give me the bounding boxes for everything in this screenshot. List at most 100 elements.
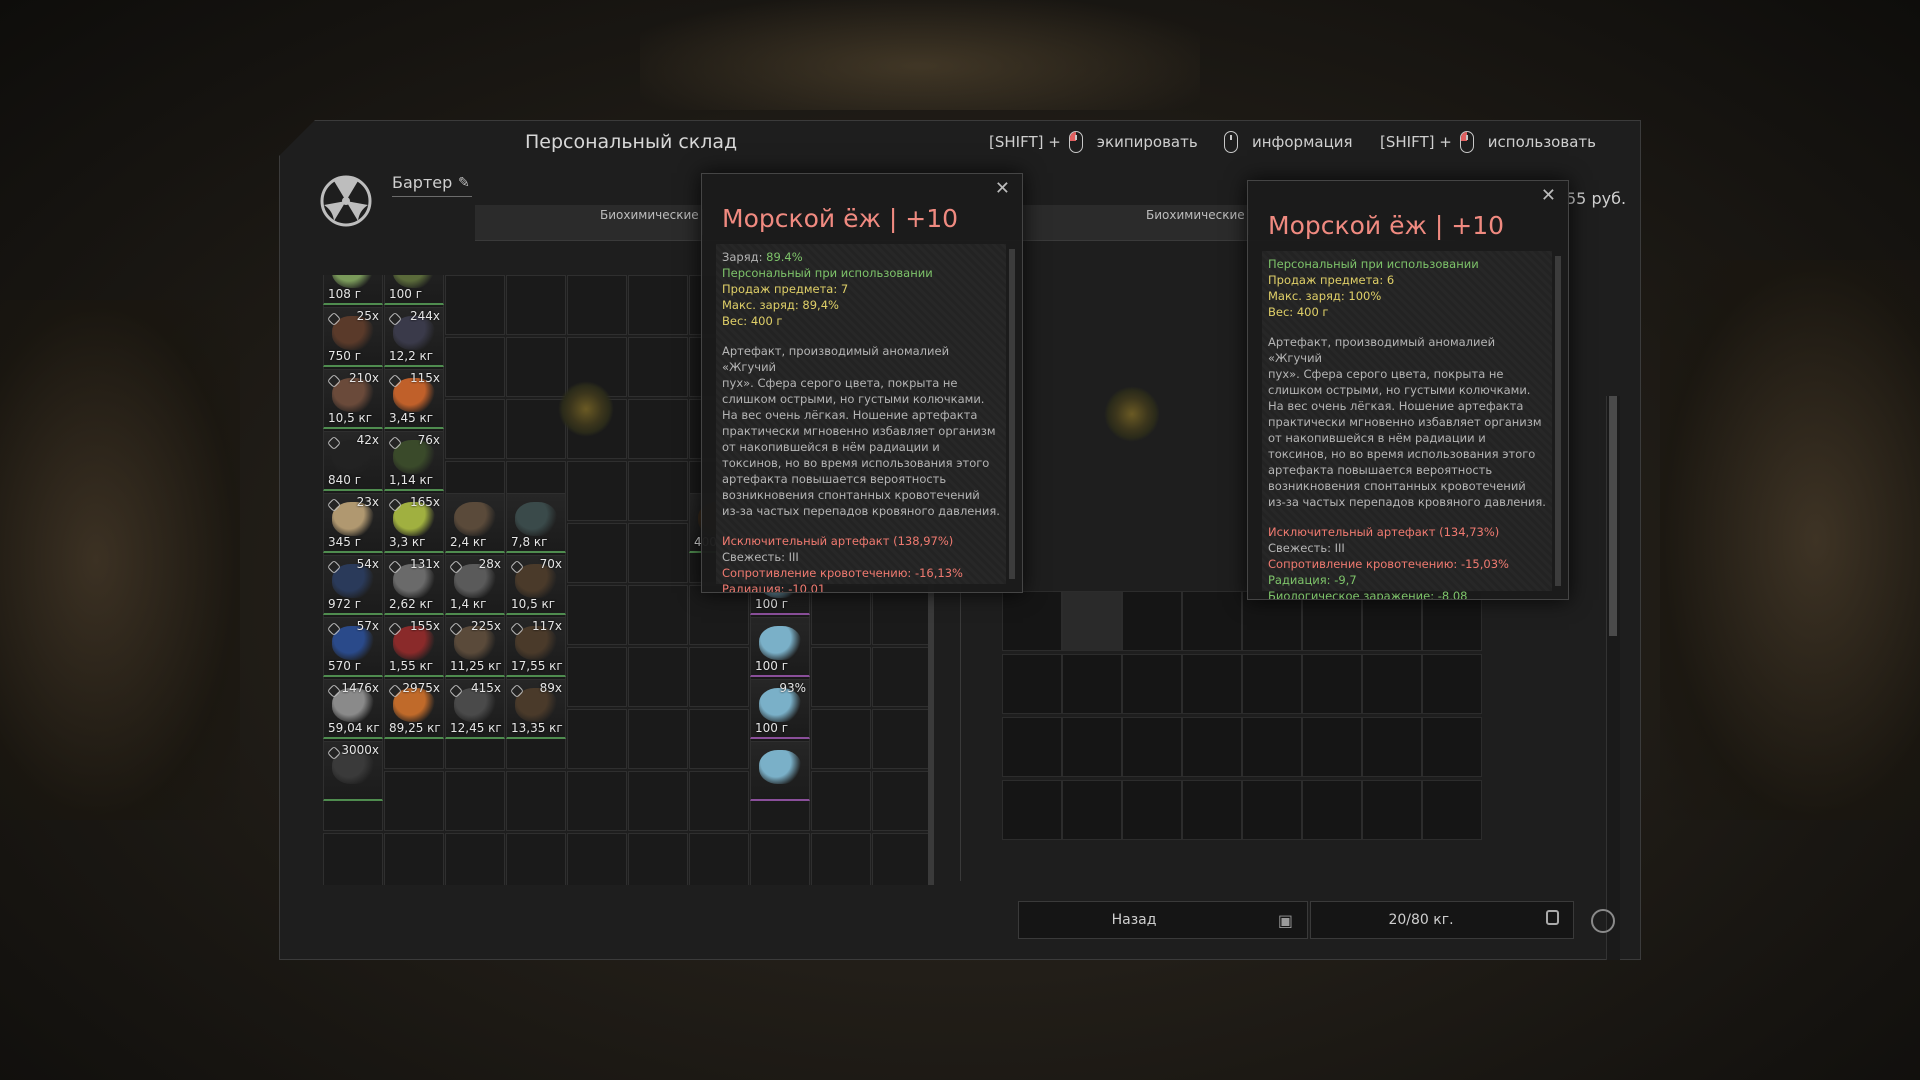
backpack-slot[interactable]	[1062, 654, 1122, 714]
pencil-icon[interactable]: ✎	[458, 175, 470, 191]
inventory-slot[interactable]	[872, 771, 932, 831]
backpack-slot[interactable]	[1422, 591, 1482, 651]
backpack-slot[interactable]	[1182, 654, 1242, 714]
inventory-slot[interactable]	[750, 833, 810, 885]
inventory-slot[interactable]	[628, 275, 688, 335]
backpack-slot[interactable]	[1242, 591, 1302, 651]
inventory-item[interactable]: 57x 570 г	[323, 617, 383, 677]
backpack-slot[interactable]	[1062, 780, 1122, 840]
inventory-slot[interactable]	[872, 709, 932, 769]
inventory-slot[interactable]	[445, 275, 505, 335]
inventory-slot[interactable]	[689, 833, 749, 885]
inventory-slot[interactable]	[689, 647, 749, 707]
inventory-item[interactable]: 210x 10,5 кг	[323, 369, 383, 429]
inventory-item[interactable]: 89x 13,35 кг	[506, 679, 566, 739]
tooltip-scrollbar[interactable]	[1555, 256, 1561, 586]
inventory-item[interactable]: 25x 750 г	[323, 307, 383, 367]
tab-biochemical-left[interactable]: Биохимические	[600, 208, 699, 222]
trash-icon[interactable]	[1591, 909, 1615, 933]
inventory-slot[interactable]	[445, 399, 505, 459]
inventory-slot[interactable]	[384, 771, 444, 831]
inventory-item[interactable]: 7,8 кг	[506, 493, 566, 553]
backpack-slot[interactable]	[1362, 780, 1422, 840]
tab-biochemical-right[interactable]: Биохимические	[1146, 208, 1245, 222]
backpack-slot[interactable]	[1002, 717, 1062, 777]
inventory-slot[interactable]	[506, 833, 566, 885]
inventory-item[interactable]: 165x 3,3 кг	[384, 493, 444, 553]
inventory-slot[interactable]	[689, 709, 749, 769]
backpack-slot[interactable]	[1362, 654, 1422, 714]
inventory-item[interactable]: 70x 10,5 кг	[506, 555, 566, 615]
backpack-slot[interactable]	[1362, 717, 1422, 777]
inventory-slot[interactable]	[628, 337, 688, 397]
backpack-slot[interactable]	[1122, 591, 1182, 651]
inventory-slot[interactable]	[323, 833, 383, 885]
inventory-slot[interactable]	[628, 585, 688, 645]
inventory-slot[interactable]	[506, 771, 566, 831]
inventory-item[interactable]: 93% 100 г	[750, 679, 810, 739]
inventory-slot[interactable]	[628, 647, 688, 707]
inventory-item[interactable]: 225x 11,25 кг	[445, 617, 505, 677]
inventory-item[interactable]: 415x 12,45 кг	[445, 679, 505, 739]
inventory-slot[interactable]	[811, 771, 871, 831]
backpack-slot[interactable]	[1122, 654, 1182, 714]
inventory-item[interactable]: 108 г	[323, 275, 383, 305]
inventory-slot[interactable]	[567, 523, 627, 583]
inventory-item[interactable]: 28x 1,4 кг	[445, 555, 505, 615]
inventory-slot[interactable]	[445, 337, 505, 397]
backpack-slot[interactable]	[1242, 717, 1302, 777]
inventory-item[interactable]	[750, 741, 810, 801]
inventory-slot[interactable]	[567, 833, 627, 885]
inventory-slot[interactable]	[506, 399, 566, 459]
backpack-slot[interactable]	[1182, 717, 1242, 777]
backpack-slot[interactable]	[1122, 717, 1182, 777]
inventory-slot[interactable]	[445, 771, 505, 831]
inventory-slot[interactable]	[872, 585, 932, 645]
backpack-slot[interactable]	[1242, 654, 1302, 714]
backpack-slot[interactable]	[1242, 780, 1302, 840]
inventory-slot[interactable]	[811, 833, 871, 885]
inventory-slot[interactable]	[689, 771, 749, 831]
inventory-slot[interactable]	[506, 275, 566, 335]
inventory-item[interactable]: 76x 1,14 кг	[384, 431, 444, 491]
inventory-slot[interactable]	[567, 771, 627, 831]
backpack-slot[interactable]	[1002, 591, 1062, 651]
back-button[interactable]: Назад ▣	[1018, 901, 1308, 939]
tooltip-scrollbar[interactable]	[1009, 249, 1015, 579]
inventory-item[interactable]: 42x 840 г	[323, 431, 383, 491]
inventory-slot[interactable]	[567, 585, 627, 645]
backpack-slot[interactable]	[1302, 717, 1362, 777]
backpack-slot[interactable]	[1062, 717, 1122, 777]
inventory-slot[interactable]	[628, 709, 688, 769]
backpack-slot[interactable]	[1302, 780, 1362, 840]
inventory-item[interactable]: 54x 972 г	[323, 555, 383, 615]
inventory-slot[interactable]	[689, 585, 749, 645]
inventory-slot[interactable]	[628, 523, 688, 583]
backpack-slot[interactable]	[1002, 654, 1062, 714]
backpack-slot[interactable]	[1302, 591, 1362, 651]
backpack-slot[interactable]	[1062, 591, 1122, 651]
backpack-slot[interactable]	[1182, 591, 1242, 651]
backpack-slot[interactable]	[1422, 780, 1482, 840]
backpack-slot[interactable]	[1302, 654, 1362, 714]
inventory-item[interactable]: 100 г	[384, 275, 444, 305]
inventory-item[interactable]: 2,4 кг	[445, 493, 505, 553]
inventory-slot[interactable]	[811, 647, 871, 707]
backpack-slot[interactable]	[1002, 780, 1062, 840]
inventory-item[interactable]: 3000x	[323, 741, 383, 801]
inventory-item[interactable]: 2975x 89,25 кг	[384, 679, 444, 739]
inventory-slot[interactable]	[628, 399, 688, 459]
inventory-slot[interactable]	[567, 275, 627, 335]
inventory-item[interactable]: 115x 3,45 кг	[384, 369, 444, 429]
backpack-scrollbar-thumb[interactable]	[1609, 396, 1617, 636]
inventory-item[interactable]: 1476x 59,04 кг	[323, 679, 383, 739]
inventory-slot[interactable]	[811, 585, 871, 645]
inventory-item[interactable]: 155x 1,55 кг	[384, 617, 444, 677]
close-icon[interactable]: ✕	[995, 178, 1010, 199]
close-icon[interactable]: ✕	[1541, 185, 1556, 206]
backpack-slot[interactable]	[1122, 780, 1182, 840]
inventory-slot[interactable]	[872, 833, 932, 885]
inventory-slot[interactable]	[384, 833, 444, 885]
backpack-slot[interactable]	[1182, 780, 1242, 840]
inventory-slot[interactable]	[567, 647, 627, 707]
